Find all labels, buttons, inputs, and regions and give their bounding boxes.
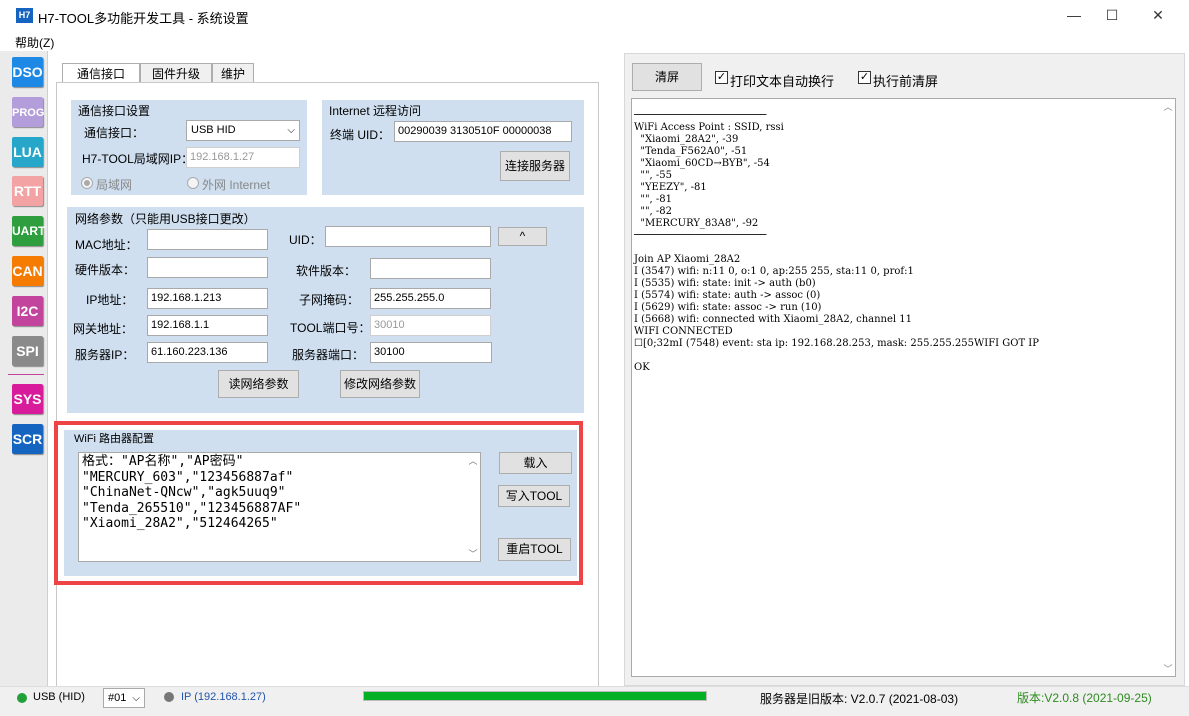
network-group-title: 网络参数（只能用USB接口更改） [75, 212, 256, 226]
menu-help[interactable]: 帮助(Z) [15, 34, 54, 51]
scroll-down-icon[interactable]: ﹀ [1161, 662, 1175, 675]
ip-status: IP (192.168.1.27) [181, 691, 266, 703]
wifi-group-title: WiFi 路由器配置 [74, 433, 155, 445]
comm-group-title: 通信接口设置 [78, 104, 151, 118]
scroll-up-icon[interactable]: ︿ [466, 454, 480, 467]
read-network-button[interactable]: 读网络参数 [218, 370, 299, 398]
sidebar-item-label: RTT [13, 183, 42, 199]
server-port-field[interactable]: 30100 [370, 342, 492, 363]
sidebar-item-uart[interactable]: UART [12, 216, 46, 246]
server-port-label: 服务器端口： [292, 348, 365, 362]
textarea-scrollbar[interactable]: ︿ ﹀ [466, 454, 480, 560]
sidebar-item-lua[interactable]: LUA [12, 137, 43, 167]
hw-version-field[interactable] [147, 257, 268, 278]
server-ip-label: 服务器IP： [75, 348, 135, 362]
ip-status-dot [164, 692, 174, 702]
console-scrollbar[interactable]: ︿ ﹀ [1161, 100, 1175, 675]
ip-field[interactable]: 192.168.1.213 [147, 288, 268, 309]
wrap-label: 打印文本自动换行 [730, 74, 835, 89]
app-icon: H7 [16, 8, 33, 23]
server-version-text: 服务器是旧版本: V2.0.7 (2021-08-03) [760, 692, 959, 706]
uid-field[interactable] [325, 226, 491, 247]
terminal-uid-label: 终端 UID： [330, 128, 391, 142]
sidebar-item-i2c[interactable]: I2C [12, 296, 43, 326]
sidebar-item-label: PROG [12, 107, 45, 119]
tool-port-label: TOOL端口号： [290, 321, 371, 335]
sidebar-item-rtt[interactable]: RTT [12, 176, 43, 206]
device-select[interactable]: #01 ⌵ [103, 688, 145, 708]
scroll-down-icon[interactable]: ﹀ [466, 547, 480, 560]
sidebar-item-label: LUA [13, 144, 42, 160]
maximize-button[interactable]: ☐ [1089, 0, 1135, 31]
ip-label: IP地址： [86, 293, 134, 307]
connect-server-button[interactable]: 连接服务器 [500, 151, 570, 181]
restart-tool-button[interactable]: 重启TOOL [498, 538, 571, 561]
sidebar-item-scr[interactable]: SCR [12, 424, 43, 454]
mac-field[interactable] [147, 229, 268, 250]
clear-before-checkbox[interactable]: ✓ [858, 71, 871, 84]
sidebar-item-sys[interactable]: SYS [12, 384, 43, 414]
mask-label: 子网掩码： [299, 293, 360, 307]
mac-label: MAC地址： [75, 238, 138, 252]
console-text: ────────────────────── WiFi Access Point… [634, 110, 1039, 373]
chevron-down-icon: ⌵ [287, 125, 295, 136]
sidebar-item-can[interactable]: CAN [12, 256, 43, 286]
scroll-up-icon[interactable]: ︿ [1161, 100, 1175, 113]
uid-label: UID： [289, 233, 322, 247]
title-bar: H7 H7-TOOL多功能开发工具 - 系统设置 — ☐ ✕ [0, 0, 1189, 31]
progress-fill [364, 692, 706, 700]
window-title: H7-TOOL多功能开发工具 - 系统设置 [38, 11, 249, 26]
sidebar-item-dso[interactable]: DSO [12, 57, 43, 87]
sw-version-label: 软件版本： [296, 264, 357, 278]
lan-ip-field[interactable]: 192.168.1.27 [186, 147, 300, 168]
device-value: #01 [108, 692, 127, 704]
mask-field[interactable]: 255.255.255.0 [370, 288, 491, 309]
usb-status-dot [17, 693, 27, 703]
iface-select[interactable]: USB HID ⌵ [186, 120, 300, 141]
sw-version-field[interactable] [370, 258, 491, 279]
sidebar-item-label: SPI [16, 343, 39, 359]
sidebar-item-spi[interactable]: SPI [12, 336, 43, 366]
sidebar-item-label: CAN [12, 263, 43, 279]
clear-screen-button[interactable]: 清屏 [632, 63, 702, 91]
clear-before-label: 执行前清屏 [873, 74, 939, 89]
gateway-label: 网关地址： [73, 322, 134, 336]
load-button[interactable]: 载入 [499, 452, 572, 474]
lan-ip-label: H7-TOOL局域网IP： [82, 152, 194, 166]
wrap-checkbox[interactable]: ✓ [715, 71, 728, 84]
app-version-text: 版本:V2.0.8 (2021-09-25) [1017, 691, 1152, 705]
radio-internet-label: 外网 Internet [202, 178, 271, 192]
tab-maintain[interactable]: 维护 [212, 63, 254, 84]
radio-lan-label: 局域网 [96, 178, 133, 192]
sidebar-item-label: UART [12, 224, 46, 238]
radio-internet[interactable] [187, 177, 199, 189]
menu-bar [0, 31, 1189, 51]
sidebar-item-label: DSO [12, 64, 43, 80]
write-tool-button[interactable]: 写入TOOL [498, 485, 570, 507]
progress-bar [363, 691, 707, 701]
sidebar-item-label: SYS [13, 391, 42, 407]
sidebar-item-label: SCR [12, 431, 43, 447]
tool-port-field[interactable]: 30010 [370, 315, 491, 336]
write-network-button[interactable]: 修改网络参数 [340, 370, 420, 398]
chevron-down-icon: ⌵ [132, 693, 140, 704]
close-button[interactable]: ✕ [1135, 0, 1181, 31]
tab-firmware[interactable]: 固件升级 [140, 63, 212, 84]
wifi-config-textarea[interactable]: 格式："AP名称","AP密码" "MERCURY_603","12345688… [78, 452, 481, 562]
sidebar-item-label: I2C [16, 303, 39, 319]
hw-version-label: 硬件版本： [75, 263, 136, 277]
expand-button[interactable]: ^ [498, 227, 547, 246]
gateway-field[interactable]: 192.168.1.1 [147, 315, 268, 336]
sidebar-item-prog[interactable]: PROG [12, 97, 45, 127]
terminal-uid-field[interactable]: 00290039 3130510F 00000038 [394, 121, 572, 142]
iface-label: 通信接口： [84, 126, 145, 140]
server-ip-field[interactable]: 61.160.223.136 [147, 342, 268, 363]
internet-group-title: Internet 远程访问 [329, 104, 422, 118]
sidebar-divider [8, 374, 44, 375]
usb-status: USB (HID) [33, 691, 85, 703]
iface-value: USB HID [191, 124, 236, 136]
radio-lan[interactable] [81, 177, 93, 189]
